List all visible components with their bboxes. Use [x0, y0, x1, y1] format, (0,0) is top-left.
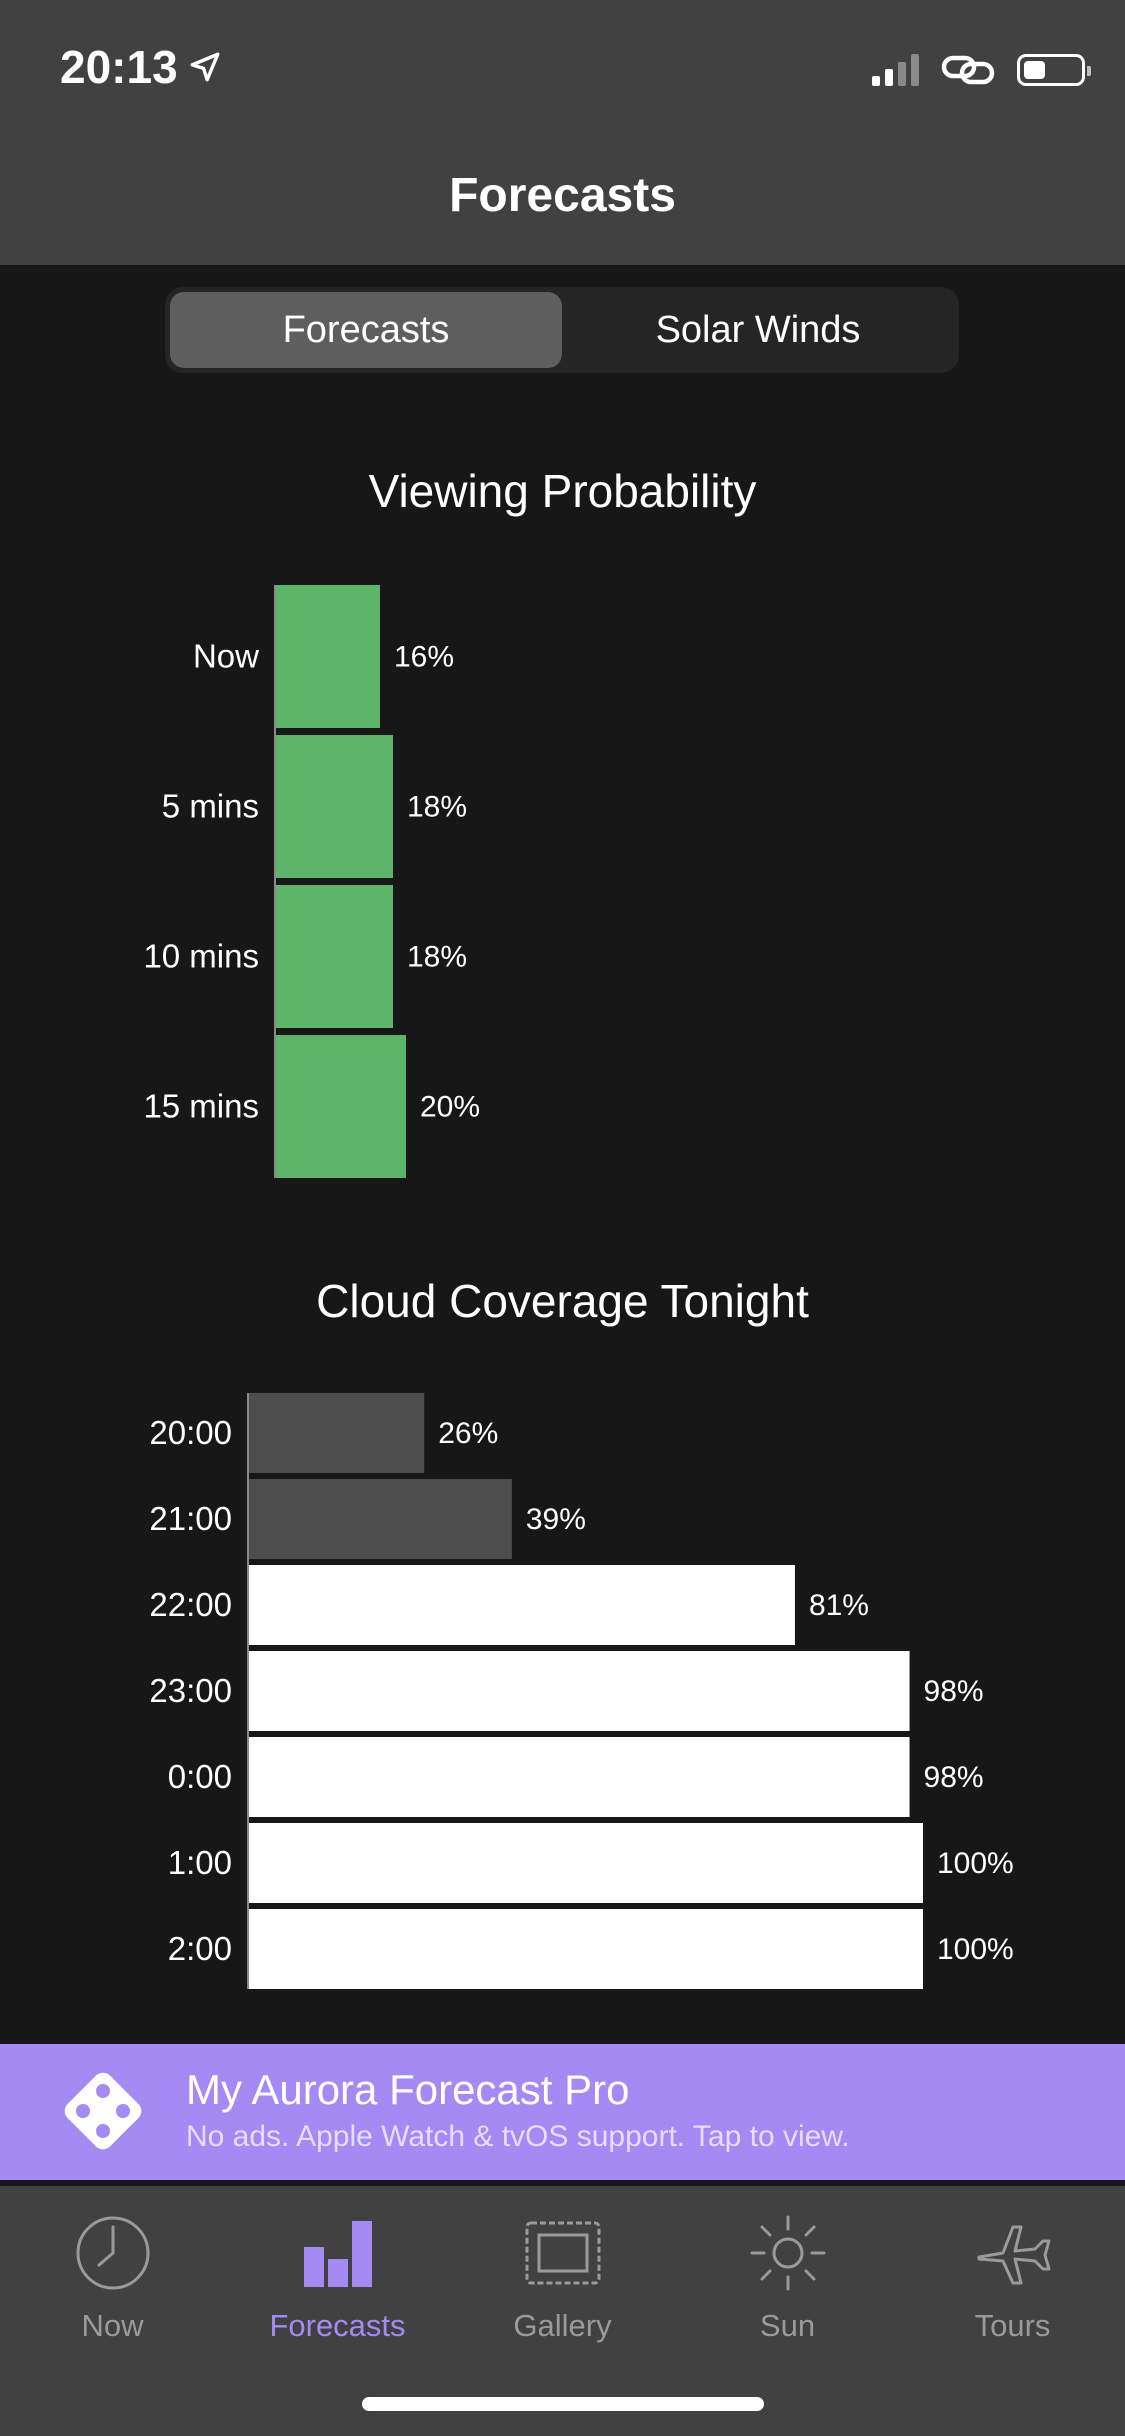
tab-sun[interactable]: Sun	[675, 2208, 900, 2344]
chart-value-label: 81%	[809, 1589, 869, 1622]
chart-value-label: 100%	[937, 1847, 1014, 1880]
chart-value-label: 39%	[526, 1503, 586, 1536]
chart-category-label: 20:00	[149, 1414, 232, 1451]
tab-label: Now	[81, 2308, 144, 2343]
chart-category-label: 22:00	[149, 1586, 232, 1623]
bar-chart-icon	[303, 2221, 372, 2287]
chart-value-label: 26%	[438, 1417, 498, 1450]
promo-title: My Aurora Forecast Pro	[186, 2066, 630, 2113]
chart-category-label: 23:00	[149, 1672, 232, 1709]
tab-label: Gallery	[513, 2308, 612, 2343]
tab-gallery[interactable]: Gallery	[450, 2208, 675, 2344]
chart-bar	[249, 1651, 910, 1731]
chart-category-label: 21:00	[149, 1500, 232, 1537]
chart-bar	[249, 1565, 795, 1645]
chart-category-label: 2:00	[168, 1930, 232, 1967]
chart-bar	[249, 1393, 425, 1473]
home-indicator	[362, 2397, 764, 2411]
picture-frame-icon	[525, 2221, 600, 2285]
tab-now[interactable]: Now	[0, 2208, 225, 2344]
chart-category-label: 0:00	[168, 1758, 232, 1795]
pro-upgrade-banner[interactable]: My Aurora Forecast Pro No ads. Apple Wat…	[0, 2044, 1125, 2180]
tab-tours[interactable]: Tours	[900, 2208, 1125, 2344]
chart-bar	[249, 1479, 512, 1559]
chart-bar	[249, 1909, 923, 1989]
sun-icon	[750, 2215, 825, 2291]
clock-icon	[76, 2216, 149, 2290]
tab-forecasts[interactable]: Forecasts	[225, 2208, 450, 2344]
chart-value-label: 100%	[937, 1933, 1014, 1966]
chart-value-label: 98%	[924, 1761, 984, 1794]
tab-label: Forecasts	[269, 2308, 406, 2343]
chart-value-label: 98%	[924, 1675, 984, 1708]
tab-label: Sun	[759, 2308, 816, 2343]
chart-bar	[249, 1737, 910, 1817]
airplane-icon	[977, 2225, 1050, 2285]
promo-subtitle: No ads. Apple Watch & tvOS support. Tap …	[186, 2120, 850, 2153]
cloud-coverage-chart: 20:00 26% 21:00 39% 22:00 81% 23:00 98% 0:00 98% 1…	[149, 1393, 1014, 1989]
chart-bar	[249, 1823, 923, 1903]
dice-icon	[64, 2072, 142, 2150]
chart-category-label: 1:00	[168, 1844, 232, 1881]
tab-label: Tours	[974, 2308, 1051, 2343]
